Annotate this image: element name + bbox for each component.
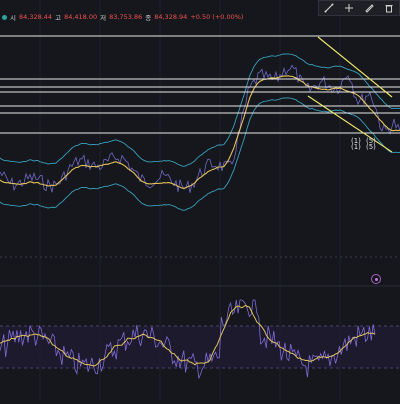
close-value: 84,328.94 bbox=[154, 13, 188, 21]
wave-label: (1) bbox=[351, 143, 361, 151]
crosshair-icon[interactable] bbox=[342, 1, 356, 15]
trend-lines[interactable] bbox=[307, 36, 393, 153]
trash-icon[interactable] bbox=[382, 1, 396, 15]
ohlc-legend: 시 84,328.44 고 84,418.00 저 83,753.86 종 84… bbox=[0, 11, 243, 23]
pane-marker-icon[interactable] bbox=[371, 274, 381, 284]
change-value: +0.50 (+0.00%) bbox=[190, 13, 244, 21]
status-dot-icon bbox=[2, 14, 7, 20]
chart-stage[interactable]: 시 84,328.44 고 84,418.00 저 83,753.86 종 84… bbox=[0, 0, 400, 400]
wave-label: (5) bbox=[366, 143, 376, 151]
high-value: 84,418.00 bbox=[64, 13, 98, 21]
low-label: 저 bbox=[100, 14, 107, 22]
price-chart[interactable] bbox=[0, 0, 400, 400]
line-tool-icon[interactable] bbox=[322, 1, 336, 15]
low-value: 83,753.86 bbox=[109, 13, 143, 21]
trend-line-upper bbox=[317, 36, 393, 98]
rsi-band bbox=[0, 326, 400, 368]
high-label: 고 bbox=[55, 14, 62, 22]
drawing-toolbar bbox=[318, 0, 400, 16]
pencil-icon[interactable] bbox=[362, 1, 376, 15]
open-value: 84,328.44 bbox=[18, 13, 53, 21]
open-label: 시 bbox=[10, 14, 16, 22]
close-label: 종 bbox=[145, 14, 152, 22]
